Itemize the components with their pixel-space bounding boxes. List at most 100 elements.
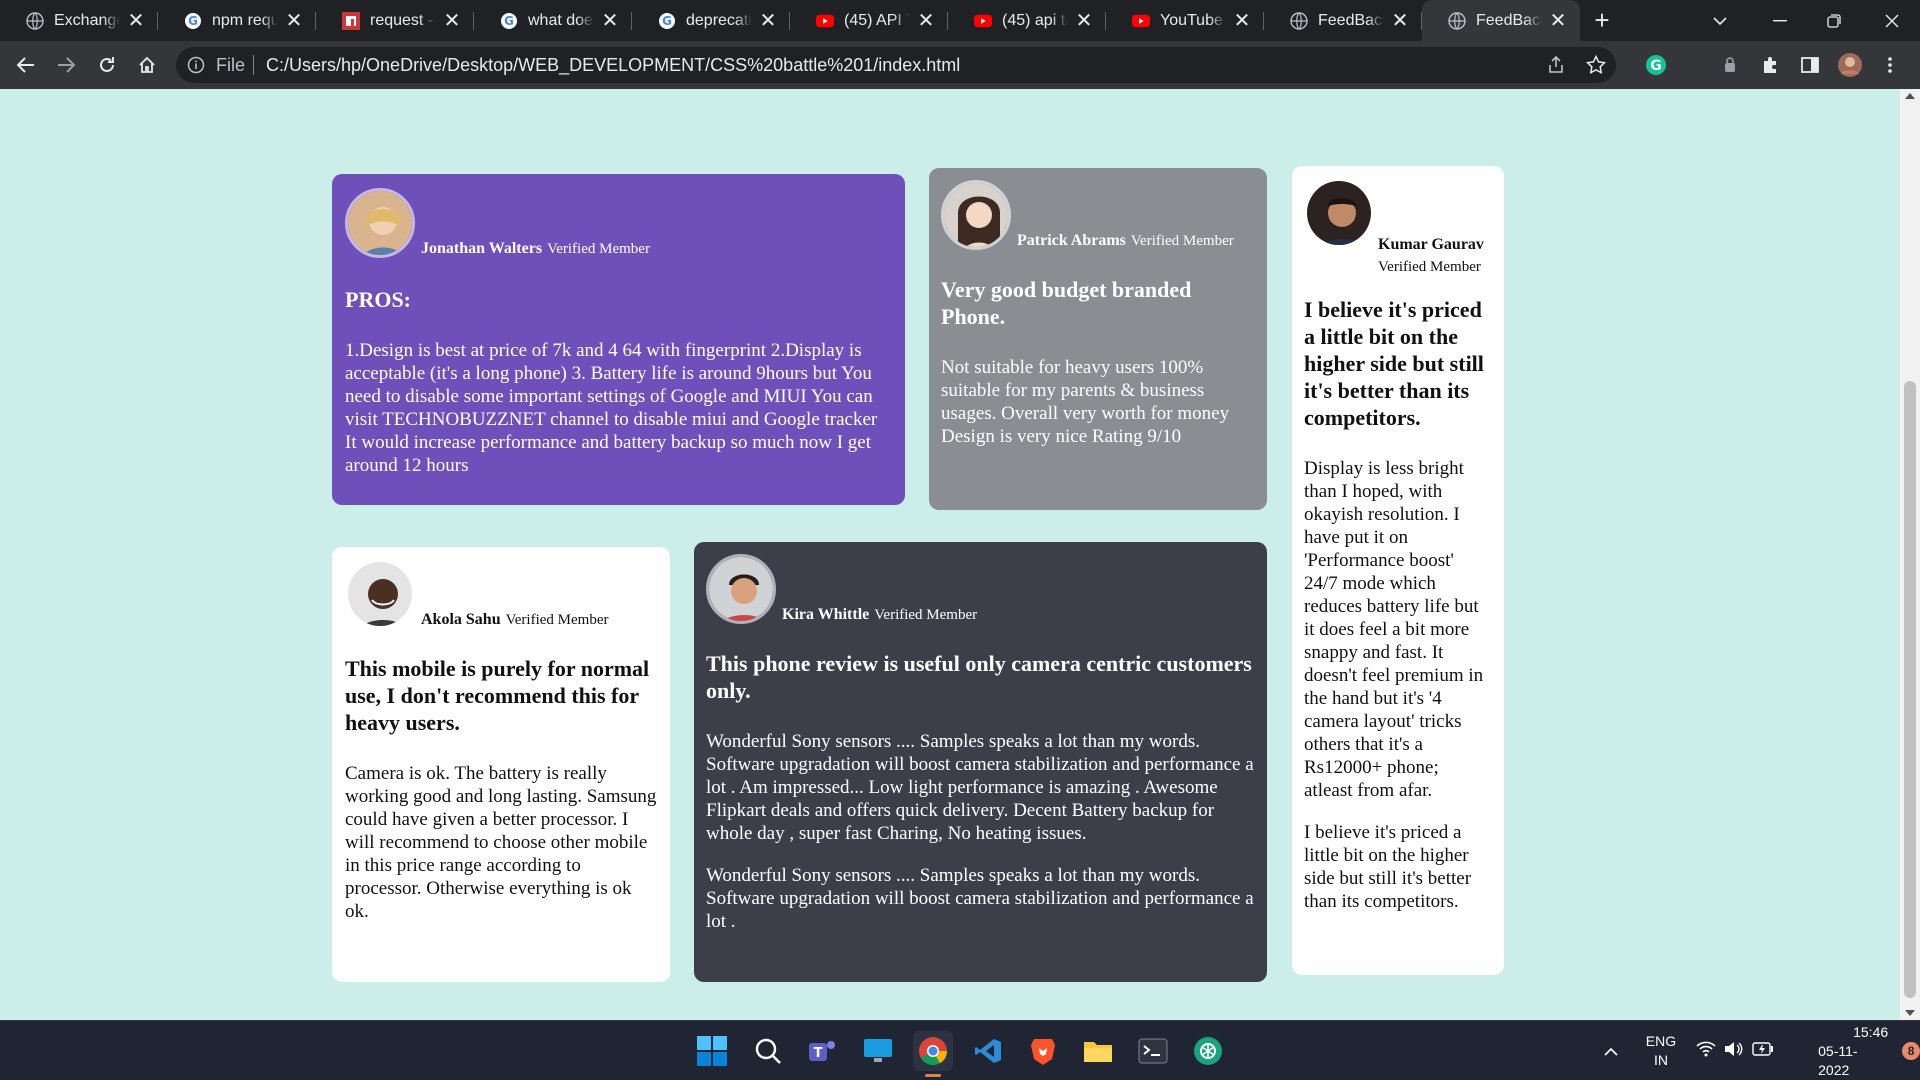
lock-extension-icon[interactable] (1710, 45, 1750, 85)
review-text: Wonderful Sony sensors .... Samples spea… (706, 731, 1254, 844)
site-info-icon[interactable] (176, 56, 216, 74)
youtube-icon (974, 12, 992, 30)
share-icon[interactable] (1536, 45, 1576, 85)
reviewer-avatar (345, 188, 415, 258)
vscode-icon[interactable] (968, 1031, 1008, 1071)
new-tab-button[interactable]: + (1584, 0, 1620, 41)
review-heading: This phone review is useful only camera … (706, 651, 1252, 703)
review-text: Display is less bright than I hoped, wit… (1304, 458, 1484, 801)
review-heading: PROS: (345, 287, 411, 312)
tab-8[interactable]: FeedBack|C ✕ (1264, 0, 1422, 41)
scrollbar-thumb[interactable] (1904, 381, 1916, 998)
verified-badge: Verified Member (547, 241, 650, 257)
reviewer-avatar (345, 559, 415, 629)
tab-0[interactable]: Exchange D ✕ (0, 0, 158, 41)
tab-close-icon[interactable]: ✕ (1232, 10, 1252, 32)
url-text[interactable]: C:/Users/hp/OneDrive/Desktop/WEB_DEVELOP… (266, 55, 960, 76)
region-label: IN (1653, 1052, 1668, 1068)
reviewer-name: Patrick Abrams (1017, 232, 1126, 249)
back-button[interactable] (6, 45, 46, 85)
google-icon: G (500, 12, 518, 30)
tab-6[interactable]: (45) api test ✕ (948, 0, 1106, 41)
teams-icon[interactable]: T (802, 1031, 842, 1071)
reviewer-name: Kumar Gaurav (1378, 236, 1484, 253)
grammarly-icon[interactable]: G (1636, 45, 1676, 85)
svg-text:G: G (1650, 58, 1662, 74)
tab-5[interactable]: (45) API Tes ✕ (790, 0, 948, 41)
tab-strip: Exchange D✕Gnpm reques✕request - np✕Gwha… (0, 0, 1920, 41)
tab-close-icon[interactable]: ✕ (442, 10, 462, 32)
verified-badge: Verified Member (505, 612, 609, 628)
notification-badge[interactable]: 8 (1902, 1042, 1920, 1060)
review-card-jonathan: Jonathan Walters Verified Member PROS: 1… (332, 174, 905, 505)
clock[interactable]: 15:46 05-11-2022 (1818, 1023, 1888, 1080)
show-hidden-icons-icon[interactable] (1598, 1047, 1624, 1056)
profile-avatar[interactable] (1830, 45, 1870, 85)
extensions-puzzle-icon[interactable] (1750, 45, 1790, 85)
tab-search-icon[interactable] (1692, 0, 1748, 41)
side-panel-icon[interactable] (1790, 45, 1830, 85)
volume-icon[interactable] (1724, 1041, 1744, 1062)
youtube-icon (1132, 12, 1150, 30)
scroll-up-arrow-icon[interactable] (1905, 93, 1915, 99)
restore-button[interactable] (1806, 0, 1862, 41)
tab-close-icon[interactable]: ✕ (284, 10, 304, 32)
search-icon[interactable] (748, 1031, 788, 1071)
clock-date: 05-11-2022 (1818, 1042, 1858, 1078)
address-bar[interactable]: File C:/Users/hp/OneDrive/Desktop/WEB_DE… (176, 47, 1616, 83)
tab-4[interactable]: Gdeprecation ✕ (632, 0, 790, 41)
language-indicator[interactable]: ENG IN (1646, 1032, 1676, 1070)
active-app-indicator (925, 1074, 941, 1077)
file-explorer-icon[interactable] (1078, 1031, 1118, 1071)
reviewer-avatar (941, 180, 1011, 250)
scroll-down-arrow-icon[interactable] (1905, 1010, 1915, 1016)
tab-3[interactable]: Gwhat does c ✕ (474, 0, 632, 41)
tab-title: (45) API Tes (844, 11, 910, 29)
tab-title: npm reques (212, 11, 278, 29)
tab-1[interactable]: Gnpm reques ✕ (158, 0, 316, 41)
minimize-button[interactable] (1752, 0, 1808, 41)
review-text: Not suitable for heavy users 100% suitab… (941, 357, 1230, 447)
reviewer-avatar (706, 554, 776, 624)
tab-title: FeedBack|C (1476, 11, 1542, 29)
wifi-icon[interactable] (1696, 1041, 1716, 1062)
terminal-icon[interactable] (1133, 1031, 1173, 1071)
tab-close-icon[interactable]: ✕ (758, 10, 778, 32)
globe-icon (1290, 11, 1308, 30)
battery-icon[interactable] (1752, 1041, 1774, 1061)
npm-icon (342, 11, 360, 30)
review-text: Camera is ok. The battery is really work… (345, 763, 657, 922)
reload-button[interactable] (87, 45, 127, 85)
chatgpt-icon[interactable] (1188, 1031, 1228, 1071)
desktop-icon[interactable] (858, 1031, 898, 1071)
review-text: 1.Design is best at price of 7k and 4 64… (345, 340, 878, 476)
tab-close-icon[interactable]: ✕ (600, 10, 620, 32)
close-window-button[interactable] (1864, 0, 1920, 41)
tab-close-icon[interactable]: ✕ (1390, 10, 1410, 32)
tab-close-icon[interactable]: ✕ (126, 10, 146, 32)
start-icon[interactable] (692, 1031, 732, 1071)
tab-title: deprecation (686, 11, 752, 29)
brave-icon[interactable] (1023, 1031, 1063, 1071)
verified-badge: Verified Member (1378, 259, 1481, 275)
tab-9[interactable]: FeedBack|C ✕ (1422, 0, 1580, 41)
tab-close-icon[interactable]: ✕ (916, 10, 936, 32)
browser-menu-icon[interactable] (1870, 45, 1910, 85)
svg-text:T: T (814, 1046, 823, 1061)
review-card-akola: Akola Sahu Verified Member This mobile i… (332, 547, 670, 982)
tab-close-icon[interactable]: ✕ (1074, 10, 1094, 32)
home-button[interactable] (127, 45, 167, 85)
forward-button[interactable] (46, 45, 86, 85)
tab-7[interactable]: YouTube ✕ (1106, 0, 1264, 41)
bookmark-star-icon[interactable] (1576, 45, 1616, 85)
tab-close-icon[interactable]: ✕ (1548, 10, 1568, 32)
extension-blank-icon[interactable] (1676, 45, 1710, 85)
svg-text:G: G (662, 14, 672, 28)
google-icon: G (658, 12, 676, 30)
page-scrollbar[interactable] (1900, 89, 1920, 1020)
tab-title: YouTube (1160, 11, 1223, 29)
tab-2[interactable]: request - np ✕ (316, 0, 474, 41)
chrome-icon[interactable] (913, 1031, 953, 1077)
reviewer-name: Kira Whittle (782, 606, 870, 623)
svg-text:G: G (504, 14, 514, 28)
